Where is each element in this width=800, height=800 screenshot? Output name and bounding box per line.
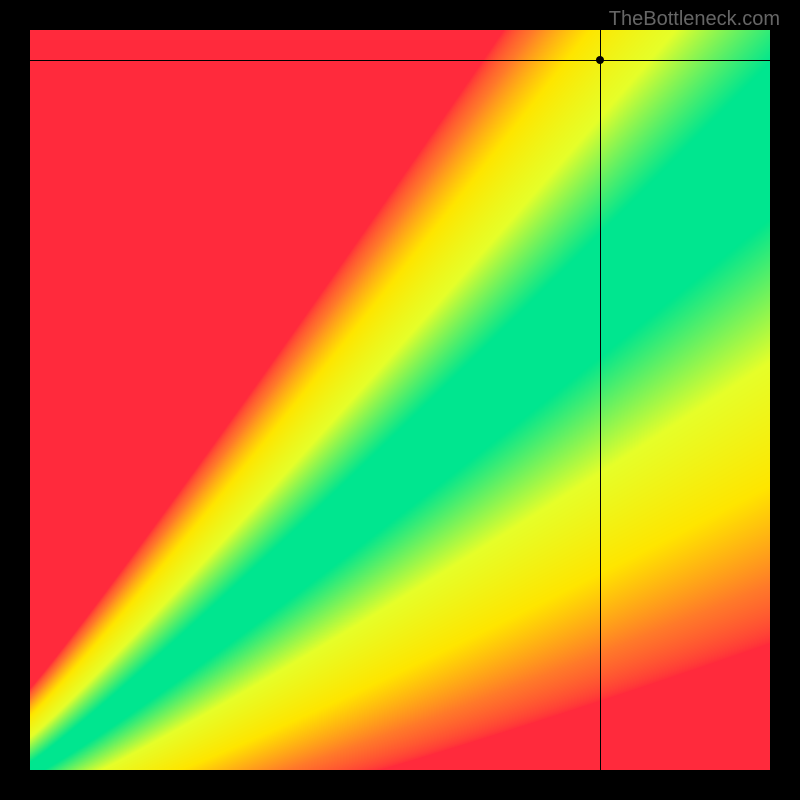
watermark-text: TheBottleneck.com bbox=[609, 8, 780, 31]
heatmap-plot-area bbox=[30, 30, 770, 770]
marker-dot bbox=[596, 56, 604, 64]
crosshair-horizontal bbox=[30, 60, 770, 61]
heatmap-canvas bbox=[30, 30, 770, 770]
crosshair-vertical bbox=[600, 30, 601, 770]
